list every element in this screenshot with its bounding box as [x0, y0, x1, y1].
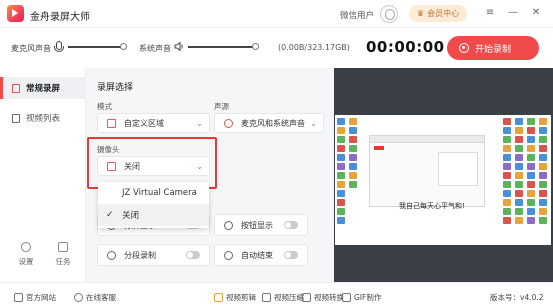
recording-timer: 00:00:00 — [366, 38, 445, 56]
crown-icon: ♛ — [416, 9, 425, 18]
official-website-label: 官方网站 — [26, 293, 56, 302]
home-icon — [14, 293, 23, 302]
segment-recording-switch[interactable] — [186, 251, 200, 259]
vip-center-label: 会员中心 — [427, 9, 460, 18]
system-volume-slider[interactable] — [188, 43, 259, 50]
mic-volume-slider[interactable] — [68, 43, 127, 50]
chevron-down-icon: ⌄ — [196, 119, 203, 128]
audio-source-value: 麦克风和系统声音 — [241, 118, 305, 128]
clock-icon — [224, 250, 233, 260]
task-icon — [58, 242, 68, 252]
camera-option-virtual[interactable]: JZ Virtual Camera — [98, 182, 209, 204]
tasks-button[interactable]: 任务 — [49, 242, 77, 267]
tasks-label: 任务 — [55, 257, 71, 266]
mode-select[interactable]: 自定义区域 ⌄ — [97, 113, 210, 133]
checkmark-icon: ✓ — [106, 210, 114, 220]
auto-stop-switch[interactable] — [284, 251, 298, 259]
desktop-icons-left — [337, 118, 347, 242]
sidebar-item-regular-recording[interactable]: 常规录屏 — [0, 77, 86, 99]
storage-info: (0.00B/323.17GB) — [278, 43, 350, 52]
camera-dropdown-menu: JZ Virtual Camera ✓ 关闭 — [98, 182, 209, 228]
start-recording-label: 开始录制 — [475, 44, 512, 55]
tool-label: GIF制作 — [354, 293, 382, 302]
segment-recording-toggle-row[interactable]: 分段录制 — [97, 244, 210, 266]
system-volume-label: 系统声音 — [139, 44, 171, 53]
online-support-link[interactable]: 在线客服 — [74, 292, 116, 303]
minimize-icon[interactable]: — — [506, 6, 520, 20]
user-avatar-icon[interactable] — [380, 5, 398, 23]
mode-value: 自定义区域 — [124, 118, 164, 128]
version-label: 版本号：v4.0.2 — [490, 293, 544, 302]
audio-source-icon — [224, 118, 233, 128]
record-icon — [459, 43, 469, 53]
button-display-icon — [224, 220, 233, 230]
preview-caption: 我自己每天心平气和! — [399, 202, 465, 210]
tool-label: 视频压缩 — [274, 293, 304, 302]
button-display-switch[interactable] — [284, 221, 298, 229]
segment-recording-label: 分段录制 — [124, 250, 156, 260]
video-edit-link[interactable]: 视频剪辑 — [214, 292, 256, 303]
desktop-icons-right-4 — [539, 118, 549, 242]
camera-option-label: 关闭 — [122, 211, 140, 221]
footer-bar: 官方网站 在线客服 视频剪辑 视频压缩 视频转换 GIF制作 版本号：v4.0.… — [0, 282, 553, 308]
app-logo-icon — [7, 5, 24, 22]
desktop-icons-right-2 — [515, 118, 525, 242]
compress-icon — [262, 293, 271, 302]
close-icon[interactable]: ✕ — [529, 6, 543, 20]
scissors-icon — [214, 293, 223, 302]
menu-icon[interactable]: ≡ — [483, 6, 497, 20]
mic-volume-knob[interactable] — [120, 43, 127, 50]
settings-button[interactable]: 设置 — [12, 242, 40, 267]
video-convert-link[interactable]: 视频转换 — [302, 292, 344, 303]
sidebar-item-label: 视频列表 — [26, 114, 61, 124]
sidebar-item-video-list[interactable]: 视频列表 — [0, 107, 86, 129]
official-website-link[interactable]: 官方网站 — [14, 292, 56, 303]
chevron-down-icon: ⌄ — [310, 119, 317, 128]
auto-stop-label: 自动结束 — [241, 250, 273, 260]
desktop-icons-right-3 — [527, 118, 537, 242]
gear-icon — [21, 242, 31, 252]
desktop-icons-left-2 — [349, 118, 359, 242]
video-compress-link[interactable]: 视频压缩 — [262, 292, 304, 303]
online-support-label: 在线客服 — [86, 293, 116, 302]
microphone-icon[interactable] — [54, 41, 64, 52]
vip-center-button[interactable]: ♛ 会员中心 — [409, 5, 467, 22]
button-display-label: 按钮显示 — [241, 220, 273, 230]
app-window: 金舟录屏大师 微信用户 ♛ 会员中心 ≡ — ✕ 麦克风声音 系统声音 (0.0… — [0, 0, 553, 308]
app-title: 金舟录屏大师 — [30, 12, 90, 23]
audio-source-select[interactable]: 麦克风和系统声音 ⌄ — [214, 113, 324, 133]
convert-icon — [302, 293, 311, 302]
preview-screen: 我自己每天心平气和! — [335, 115, 551, 245]
mic-volume-label: 麦克风声音 — [11, 44, 51, 53]
tool-label: 视频转换 — [314, 293, 344, 302]
auto-stop-toggle-row[interactable]: 自动结束 — [214, 244, 308, 266]
sidebar-item-label: 常规录屏 — [26, 84, 61, 94]
headset-icon — [74, 293, 83, 302]
segment-icon — [107, 250, 116, 260]
audio-source-label: 声源 — [214, 102, 229, 111]
preview-browser-window — [369, 135, 485, 207]
mode-label: 模式 — [97, 102, 112, 111]
recording-preview: 我自己每天心平气和! — [334, 68, 553, 282]
region-icon — [107, 118, 116, 128]
screen-record-icon — [12, 83, 20, 93]
system-volume-knob[interactable] — [252, 43, 259, 50]
tool-label: 视频剪辑 — [226, 293, 256, 302]
audio-control-bar: 麦克风声音 系统声音 (0.00B/323.17GB) 00:00:00 开始录… — [0, 28, 553, 68]
desktop-icons-right — [503, 118, 513, 242]
settings-label: 设置 — [18, 257, 34, 266]
gif-maker-link[interactable]: GIF制作 — [342, 292, 381, 303]
speaker-icon[interactable] — [174, 42, 184, 51]
camera-option-label: JZ Virtual Camera — [122, 188, 197, 198]
camera-option-off[interactable]: ✓ 关闭 — [98, 204, 209, 226]
button-display-toggle-row[interactable]: 按钮显示 — [214, 214, 308, 236]
wechat-user-label[interactable]: 微信用户 — [340, 9, 374, 21]
gif-icon — [342, 293, 351, 302]
start-recording-button[interactable]: 开始录制 — [447, 36, 539, 60]
title-bar: 金舟录屏大师 微信用户 ♛ 会员中心 ≡ — ✕ — [0, 0, 553, 28]
video-list-icon — [12, 113, 20, 123]
section-title: 录屏选择 — [97, 83, 134, 93]
